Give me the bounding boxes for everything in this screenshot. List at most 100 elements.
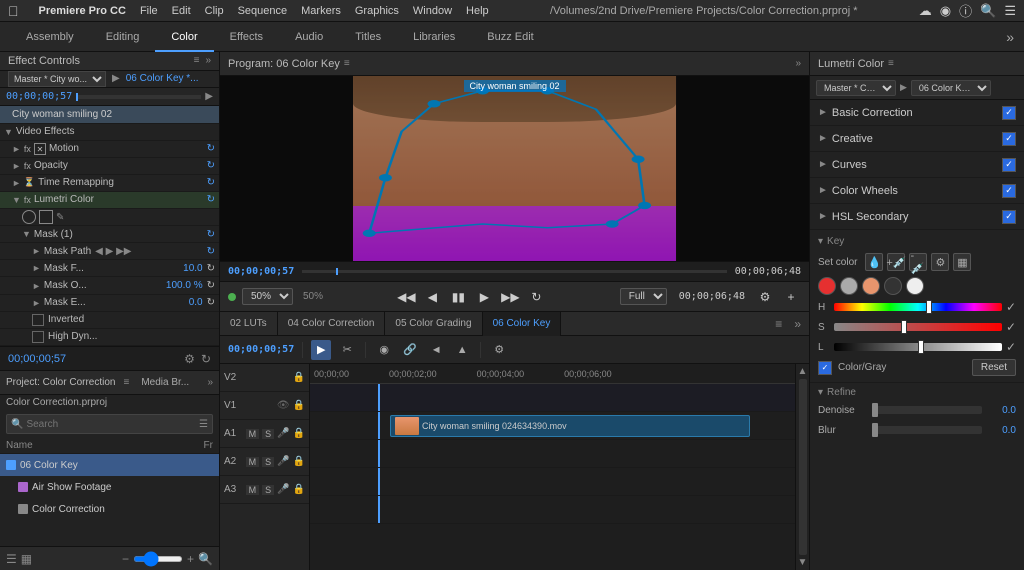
ec-time-remap-row[interactable]: ► ⏳ Time Remapping ↻ [0,175,219,192]
eyedropper-btn[interactable]: 💧 [865,253,883,271]
ec-highdyn-check[interactable] [32,331,44,343]
ec-ellipse-tool[interactable] [22,210,36,224]
select-tool-btn[interactable]: ▶ [311,340,331,360]
lift-btn[interactable]: ▲ [452,340,472,360]
quality-dropdown[interactable]: Full [620,288,667,305]
ec-mask-path-row[interactable]: ► Mask Path ◀ ▶ ▶▶ ↻ [0,243,219,260]
project-search-bar[interactable]: 🔍 ☰ [6,414,213,434]
timeline-tab-02luts[interactable]: 02 LUTs [220,312,278,336]
add-btn[interactable]: + [781,287,801,307]
ec-timebar[interactable] [76,95,201,99]
ec-mask-expand-row[interactable]: ► Mask E... 0.0 ↻ [0,295,219,312]
prev-frame-btn[interactable]: ◀ [422,287,442,307]
panel-expand-icon[interactable]: » [205,55,211,66]
search-filter-icon[interactable]: ☰ [199,419,208,430]
s-checkmark[interactable]: ✓ [1006,320,1016,334]
swatch-white[interactable] [906,277,924,295]
ec-mask-feather-reset[interactable]: ↻ [207,263,215,274]
icon-view-icon[interactable]: ▦ [21,552,32,566]
stop-btn[interactable]: ▮▮ [448,287,468,307]
ec-mask-feather-row[interactable]: ► Mask F... 10.0 ↻ [0,260,219,277]
zoom-slider[interactable] [133,556,183,562]
play-btn[interactable]: ▶ [474,287,494,307]
blur-slider[interactable] [872,426,982,434]
link-btn[interactable]: 🔗 [400,340,420,360]
menu-icon[interactable]: ☰ [1004,3,1016,19]
reset-button[interactable]: Reset [972,359,1016,376]
project-item-colorcorrection[interactable]: Color Correction [0,498,219,520]
scroll-down-icon[interactable]: ▼ [798,557,808,568]
ec-mask-reset[interactable]: ↻ [207,229,215,240]
lumetri-curves[interactable]: ► Curves ✓ [810,152,1024,178]
slider-icon[interactable]: − [122,552,129,566]
search-footer-icon[interactable]: 🔍 [198,552,213,566]
hsl-secondary-enable[interactable]: ✓ [1002,210,1016,224]
ec-lumetri-reset[interactable]: ↻ [207,194,215,205]
track-a3-m-btn[interactable]: M [246,485,260,495]
track-a1-lock[interactable]: 🔒 [293,428,305,439]
swatch-skin[interactable] [862,277,880,295]
ec-settings-icon[interactable]: ⚙ [184,352,195,366]
ec-source-dropdown[interactable]: Master * City wo... [8,71,106,87]
settings-btn[interactable]: ⚙ [755,287,775,307]
track-a2-s-btn[interactable]: S [262,457,274,467]
search-icon[interactable]: 🔍 [980,3,996,19]
menu-window[interactable]: Window [413,5,452,17]
project-item-colorkey[interactable]: 06 Color Key [0,454,219,476]
settings-tool-btn[interactable]: ⚙ [489,340,509,360]
h-checkmark[interactable]: ✓ [1006,300,1016,314]
zoom-dropdown[interactable]: 50% [242,288,293,305]
menu-file[interactable]: File [140,5,158,17]
curves-enable[interactable]: ✓ [1002,158,1016,172]
ec-motion-row[interactable]: ► fx ✕ Motion ↻ [0,141,219,158]
basic-correction-enable[interactable]: ✓ [1002,106,1016,120]
ec-opacity-row[interactable]: ► fx Opacity ↻ [0,158,219,175]
loop-btn[interactable]: ↻ [526,287,546,307]
workspace-tab-titles[interactable]: Titles [339,22,397,52]
color-gray-checkbox[interactable]: ✓ [818,361,832,375]
workspace-tab-buzzedit[interactable]: Buzz Edit [471,22,549,52]
ec-motion-reset[interactable]: ↻ [207,143,215,154]
track-v2-lock[interactable]: 🔒 [293,372,305,383]
workspace-more-icon[interactable]: » [1006,29,1014,45]
l-checkmark[interactable]: ✓ [1006,340,1016,354]
scroll-up-icon[interactable]: ▲ [798,366,808,377]
timeline-clip[interactable]: City woman smiling 024634390.mov [390,415,750,437]
creative-enable[interactable]: ✓ [1002,132,1016,146]
ec-mask-row[interactable]: ▼ Mask (1) ↻ [0,226,219,243]
menu-edit[interactable]: Edit [172,5,191,17]
l-slider[interactable] [834,343,1002,351]
ec-mask-opacity-reset[interactable]: ↻ [207,280,215,291]
ec-rect-tool[interactable] [39,210,53,224]
track-v1-lock[interactable]: 🔒 [293,400,305,411]
ec-video-effects-header[interactable]: ▼ Video Effects [0,124,219,141]
add-marker-btn[interactable]: ◄ [426,340,446,360]
menu-help[interactable]: Help [466,5,489,17]
razor-tool-btn[interactable]: ✂ [337,340,357,360]
next-frame-btn[interactable]: ▶▶ [500,287,520,307]
menu-graphics[interactable]: Graphics [355,5,399,17]
timeline-tab-06colorkey[interactable]: 06 Color Key [483,312,562,336]
scrollbar-track[interactable] [799,379,807,555]
ec-lumetri-row[interactable]: ▼ fx Lumetri Color ↻ [0,192,219,209]
workspace-tab-libraries[interactable]: Libraries [397,22,471,52]
workspace-tab-editing[interactable]: Editing [90,22,156,52]
track-a2-lock[interactable]: 🔒 [293,456,305,467]
timeline-tab-04color[interactable]: 04 Color Correction [278,312,386,336]
lumetri-hsl-secondary[interactable]: ► HSL Secondary ✓ [810,204,1024,230]
menu-sequence[interactable]: Sequence [238,5,288,17]
project-panel-expand[interactable]: » [207,377,213,388]
new-item-icon[interactable]: + [187,552,194,566]
panel-menu-icon[interactable]: ≡ [194,55,200,66]
track-a2-m-btn[interactable]: M [246,457,260,467]
ec-pen-tool[interactable]: ✎ [56,212,64,223]
lumetri-basic-correction[interactable]: ► Basic Correction ✓ [810,100,1024,126]
swatch-dark[interactable] [884,277,902,295]
color-wheels-enable[interactable]: ✓ [1002,184,1016,198]
track-a3-s-btn[interactable]: S [262,485,274,495]
lumetri-clip-dropdown[interactable]: 06 Color Key * Cl... [911,80,991,96]
list-view-icon[interactable]: ☰ [6,552,17,566]
project-media-browser-tab[interactable]: Media Br... [141,377,189,388]
swatch-gray[interactable] [840,277,858,295]
ec-timeremap-reset[interactable]: ↻ [207,177,215,188]
